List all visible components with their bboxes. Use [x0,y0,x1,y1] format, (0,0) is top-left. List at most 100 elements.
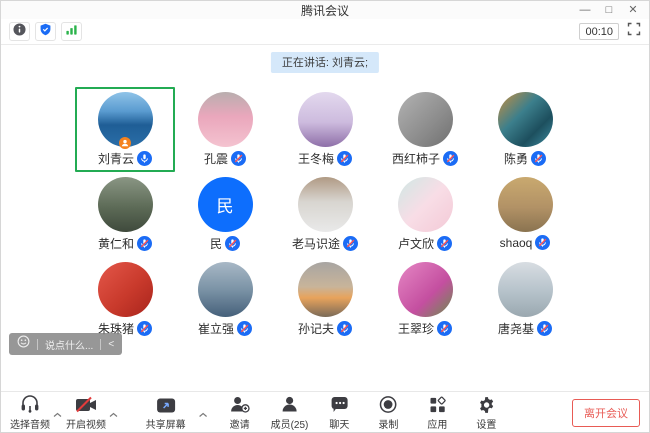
toolbar-button-screen-share[interactable]: 共享屏幕 [146,394,186,431]
participant-name-row: 陈勇 [504,150,546,167]
security-button[interactable] [35,22,56,41]
participant-avatar [398,262,453,317]
mic-muted-icon [437,236,452,251]
mic-muted-icon [437,321,452,336]
participant-name: 唐尧基 [498,320,534,337]
participant-tile[interactable]: 陈勇 [475,87,575,172]
close-button[interactable]: ✕ [621,1,645,19]
minimize-button[interactable]: — [573,1,597,19]
participant-tile[interactable]: 孙记夫 [275,257,375,342]
divider [100,339,101,350]
participant-name: shaoq [500,236,533,250]
screen-share-icon [155,394,176,414]
members-icon [279,394,299,414]
participant-avatar: 民 [198,177,253,232]
fullscreen-button[interactable] [627,22,641,41]
participant-avatar [298,92,353,147]
toolbar-button-label: 应用 [427,416,447,431]
fullscreen-icon [627,22,641,41]
participant-avatar [398,92,453,147]
meeting-info-button[interactable] [9,22,30,41]
apps-icon [428,394,446,414]
chevron-up-icon[interactable] [199,412,208,418]
chat-input-placeholder[interactable]: 说点什么... [45,337,93,352]
participant-tile[interactable]: shaoq [475,172,575,257]
participant-tile[interactable]: 王冬梅 [275,87,375,172]
toolbar-button-headset[interactable]: 选择音频 [10,394,50,431]
chat-quick-bar[interactable]: 说点什么... < [9,333,122,355]
smiley-icon [17,335,30,353]
toolbar-button-record[interactable]: 录制 [370,394,406,431]
participant-name-row: 老马识途 [292,235,358,252]
participant-name-row: 孙记夫 [298,320,352,337]
toolbar-button-label: 选择音频 [10,416,50,431]
invite-icon [229,394,251,414]
leave-meeting-button[interactable]: 离开会议 [572,399,640,427]
participant-name: 崔立强 [198,320,234,337]
main-area: 正在讲话: 刘青云; 刘青云孔震王冬梅西红柿子陈勇黄仁和民民老马识途卢文欣sha… [1,45,649,391]
participant-name: 刘青云 [98,150,134,167]
mic-muted-icon [535,235,550,250]
chevron-up-icon[interactable] [109,412,118,418]
toolbar-button-members[interactable]: 成员(25) [271,394,309,431]
participant-tile[interactable]: 朱珠猪 [75,257,175,342]
toolbar-button-label: 邀请 [230,416,250,431]
participant-name: 孙记夫 [298,320,334,337]
host-badge-icon [119,137,131,149]
participant-name: 老马识途 [292,235,340,252]
toolbar-button-invite[interactable]: 邀请 [222,394,258,431]
participant-tile[interactable]: 黄仁和 [75,172,175,257]
participant-name-row: 王翠珍 [398,320,452,337]
participant-tile[interactable]: 刘青云 [75,87,175,172]
toolbar-button-label: 聊天 [329,416,349,431]
headset-icon [19,394,41,414]
participant-name-row: 王冬梅 [298,150,352,167]
participant-tile[interactable]: 老马识途 [275,172,375,257]
emoji-button[interactable] [17,335,30,353]
participants-grid: 刘青云孔震王冬梅西红柿子陈勇黄仁和民民老马识途卢文欣shaoq朱珠猪崔立强孙记夫… [1,45,649,342]
participant-tile[interactable]: 卢文欣 [375,172,475,257]
participant-name: 卢文欣 [398,235,434,252]
window-title: 腾讯会议 [301,2,349,19]
participant-name: 西红柿子 [392,150,440,167]
settings-icon [477,394,495,414]
participant-tile[interactable]: 王翠珍 [375,257,475,342]
participant-avatar [398,177,453,232]
chatbar-collapse-button[interactable]: < [108,339,114,350]
participant-name-row: shaoq [500,235,551,250]
toolbar-button-label: 设置 [476,416,496,431]
participant-tile[interactable]: 孔震 [175,87,275,172]
mic-muted-icon [337,321,352,336]
toolbar-button-chat[interactable]: 聊天 [321,394,357,431]
participant-name-row: 唐尧基 [498,320,552,337]
toolbar-button-label: 成员(25) [271,416,309,431]
maximize-button[interactable]: □ [597,1,621,19]
participant-tile[interactable]: 崔立强 [175,257,275,342]
participant-avatar [498,92,553,147]
toolbar-button-settings[interactable]: 设置 [468,394,504,431]
camera-off-icon [74,394,98,414]
participant-avatar [498,177,553,232]
participant-name-row: 西红柿子 [392,150,458,167]
toolbar-button-label: 开启视频 [66,416,106,431]
bottom-toolbar: 选择音频 开启视频 共享屏幕邀请 成员(25) 聊天 录制应用 设置 离开会议 [1,391,649,433]
participant-avatar [98,262,153,317]
participant-tile[interactable]: 民民 [175,172,275,257]
mic-muted-icon [231,151,246,166]
toolbar-left-group: 选择音频 开启视频 [10,392,119,433]
participant-name: 王冬梅 [298,150,334,167]
participant-name: 孔震 [204,150,228,167]
network-status-button[interactable] [61,22,82,41]
participant-name-row: 刘青云 [98,150,152,167]
participant-avatar [498,262,553,317]
participant-avatar [98,177,153,232]
participant-tile[interactable]: 唐尧基 [475,257,575,342]
mic-icon [137,151,152,166]
mic-muted-icon [337,151,352,166]
chevron-up-icon[interactable] [53,412,62,418]
toolbar-button-camera-off[interactable]: 开启视频 [66,394,106,431]
toolbar-button-apps[interactable]: 应用 [419,394,455,431]
participant-name: 民 [210,235,222,252]
mic-muted-icon [137,321,152,336]
participant-tile[interactable]: 西红柿子 [375,87,475,172]
